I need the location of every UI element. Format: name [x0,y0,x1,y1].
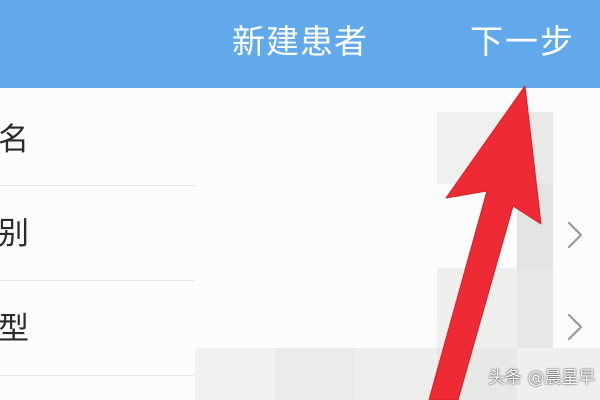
red-arrow-annotation [428,85,542,400]
watermark-text: 头条 @晨星早 [488,368,596,388]
screen: 新建患者 下一步 名 别 型 头条 @晨星早 [0,0,600,400]
